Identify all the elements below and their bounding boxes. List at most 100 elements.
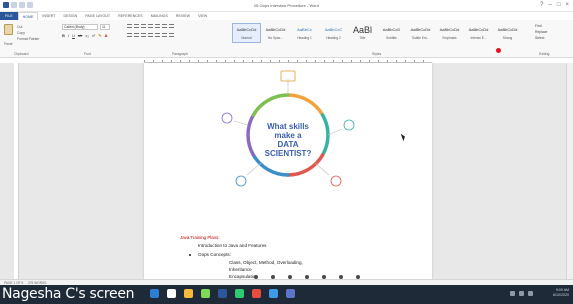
outlook-icon[interactable] <box>269 289 278 298</box>
align-left-icon[interactable] <box>127 33 132 37</box>
style-subtle-emphasis[interactable]: AaBbCcDd Subtle Em... <box>406 23 435 43</box>
style-heading-1[interactable]: AaBbCc Heading 1 <box>290 23 319 43</box>
editing-group: Find Replace Select <box>535 23 547 41</box>
style-no-spacing[interactable]: AaBbCcDd No Spac... <box>261 23 290 43</box>
minimize-icon[interactable]: – <box>549 2 552 8</box>
meeting-control-icon[interactable] <box>322 275 326 279</box>
document-page[interactable]: What skills make a DATA SCIENTIST? Java … <box>144 63 432 279</box>
decrease-indent-icon[interactable] <box>148 24 153 28</box>
edge-icon[interactable] <box>150 289 159 298</box>
system-tray <box>510 291 533 296</box>
line-spacing-icon[interactable] <box>155 33 160 37</box>
vertical-ruler[interactable] <box>14 63 19 279</box>
teams-icon[interactable] <box>286 289 295 298</box>
font-group-label: Font <box>84 52 91 56</box>
font-name-select[interactable]: Calibri (Body) <box>62 24 98 30</box>
style-emphasis[interactable]: AaBbCcDd Emphasis <box>435 23 464 43</box>
style-sample: AaBbCcDd <box>439 27 460 32</box>
app-icon[interactable] <box>201 289 210 298</box>
meeting-control-icon[interactable] <box>305 275 309 279</box>
powerpoint-icon[interactable] <box>252 289 261 298</box>
select-button[interactable]: Select <box>535 35 547 41</box>
keyboard-icon[interactable] <box>528 291 533 296</box>
font-format-row: B I U ab x₂ x² ✎ A <box>62 33 108 38</box>
justify-icon[interactable] <box>148 33 153 37</box>
tab-view[interactable]: VIEW <box>194 12 211 20</box>
highlight-color-icon[interactable]: ✎ <box>98 33 101 38</box>
meeting-control-icon[interactable] <box>339 275 343 279</box>
style-strong[interactable]: AaBbCcDd Strong <box>493 23 522 43</box>
format-painter-button[interactable]: Format Painter <box>17 36 39 42</box>
excel-icon[interactable] <box>235 289 244 298</box>
sub-item: Class, Object, Method, Overloading, <box>229 260 303 265</box>
style-name: Emphasis <box>442 36 457 40</box>
network-icon[interactable] <box>510 291 515 296</box>
increase-indent-icon[interactable] <box>155 24 160 28</box>
bullet-item: Oops Concepts: <box>189 252 231 257</box>
strikethrough-icon[interactable]: ab <box>78 33 82 38</box>
code-icon <box>343 119 355 131</box>
clock[interactable]: 9:09 AM 6/10/2020 <box>553 288 569 298</box>
meeting-control-icon[interactable] <box>356 275 360 279</box>
title-bar: 05 Oops Interview Procedure - Word ? – □… <box>0 0 573 12</box>
window-controls: ? – □ × <box>540 2 569 8</box>
style-intense-emphasis[interactable]: AaBbCcDd Intense E... <box>464 23 493 43</box>
meeting-control-icon[interactable] <box>288 275 292 279</box>
style-sample: AaBbCcDd <box>265 27 286 32</box>
sort-icon[interactable] <box>162 24 167 28</box>
style-name: Heading 2 <box>326 36 341 40</box>
help-icon[interactable]: ? <box>540 2 543 8</box>
show-marks-icon[interactable] <box>169 24 174 28</box>
align-center-icon[interactable] <box>134 33 139 37</box>
italic-icon[interactable]: I <box>68 33 69 38</box>
meeting-control-icon[interactable] <box>271 275 275 279</box>
shading-icon[interactable] <box>162 33 167 37</box>
gear-icon <box>221 112 233 124</box>
style-subtitle[interactable]: AaBbCcD Subtitle <box>377 23 406 43</box>
tab-design[interactable]: DESIGN <box>60 12 82 20</box>
taskbar: Nagesha C's screen 9:09 AM 6/10/2020 <box>0 285 573 304</box>
style-name: Subtitle <box>386 36 397 40</box>
paragraph-row-1 <box>127 24 174 28</box>
folder-icon[interactable] <box>184 289 193 298</box>
style-normal[interactable]: AaBbCcDd Normal <box>232 23 261 43</box>
center-line: DATA <box>277 140 299 149</box>
superscript-icon[interactable]: x² <box>92 33 95 38</box>
tab-review[interactable]: REVIEW <box>172 12 194 20</box>
meeting-control-icon[interactable] <box>254 275 258 279</box>
java-training-heading: Java Training Plans: <box>180 235 220 240</box>
font-size-select[interactable]: 11 <box>100 24 110 30</box>
underline-icon[interactable]: U <box>72 33 75 38</box>
tab-mailings[interactable]: MAILINGS <box>147 12 172 20</box>
paste-button-label[interactable]: Paste <box>4 42 13 46</box>
close-icon[interactable]: × <box>565 2 569 8</box>
tab-references[interactable]: REFERENCES <box>114 12 147 20</box>
style-name: Title <box>359 36 366 40</box>
subscript-icon[interactable]: x₂ <box>85 33 89 38</box>
borders-icon[interactable] <box>169 33 174 37</box>
window-title: 05 Oops Interview Procedure - Word <box>254 3 319 8</box>
style-title[interactable]: AaBl Title <box>348 23 377 43</box>
style-name: Strong <box>502 36 513 40</box>
font-color-icon[interactable]: A <box>105 33 108 38</box>
paste-icon[interactable] <box>4 24 13 35</box>
tab-insert[interactable]: INSERT <box>38 12 59 20</box>
word-icon[interactable] <box>218 289 227 298</box>
align-right-icon[interactable] <box>141 33 146 37</box>
center-line: What skills <box>267 122 309 131</box>
tab-file[interactable]: FILE <box>0 12 18 20</box>
ruler-ticks <box>144 60 432 62</box>
multilevel-list-icon[interactable] <box>141 24 146 28</box>
style-heading-2[interactable]: AaBbCcC Heading 2 <box>319 23 348 43</box>
chrome-icon[interactable] <box>167 289 176 298</box>
tab-page-layout[interactable]: PAGE LAYOUT <box>81 12 114 20</box>
maximize-icon[interactable]: □ <box>557 2 561 8</box>
volume-icon[interactable] <box>519 291 524 296</box>
style-name: No Spac... <box>268 36 283 40</box>
tab-home[interactable]: HOME <box>17 12 39 20</box>
bold-icon[interactable]: B <box>62 33 65 38</box>
bullets-icon[interactable] <box>127 24 132 28</box>
vertical-scrollbar[interactable] <box>566 63 573 279</box>
numbering-icon[interactable] <box>134 24 139 28</box>
style-sample: AaBbCcDd <box>410 27 431 32</box>
